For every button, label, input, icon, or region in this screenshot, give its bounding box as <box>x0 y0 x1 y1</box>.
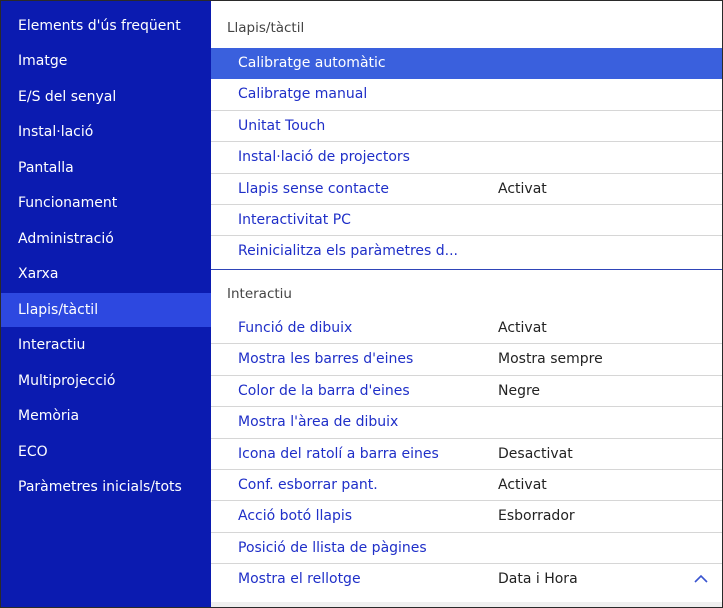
menu-row-label: Llapis sense contacte <box>238 180 389 197</box>
sidebar-item-network[interactable]: Xarxa <box>1 257 211 291</box>
menu-row-label: Color de la barra d'eines <box>238 382 410 399</box>
sidebar-item-operation[interactable]: Funcionament <box>1 186 211 220</box>
menu-row-label: Icona del ratolí a barra eines <box>238 445 439 462</box>
sidebar-item-multi-projection[interactable]: Multiprojecció <box>1 364 211 398</box>
sidebar-item-signal-io[interactable]: E/S del senyal <box>1 80 211 114</box>
menu-row-pen-button-action[interactable]: Acció botó llapis Esborrador <box>211 501 722 533</box>
menu-row-pc-interactivity[interactable]: Interactivitat PC <box>211 205 722 237</box>
menu-row-clear-screen[interactable]: Conf. esborrar pant. Activat <box>211 470 722 502</box>
section-header-pen-touch: Llapis/tàctil <box>227 20 305 36</box>
menu-row-label: Reinicialitza els paràmetres d... <box>238 243 459 260</box>
chevron-up-icon[interactable] <box>693 573 709 585</box>
menu-row-contactless-pen[interactable]: Llapis sense contacte Activat <box>211 174 722 205</box>
menu-row-value: Activat <box>498 320 547 336</box>
menu-row-reset-settings[interactable]: Reinicialitza els paràmetres d... <box>211 236 722 267</box>
sidebar-item-installation[interactable]: Instal·lació <box>1 115 211 149</box>
sidebar-item-pen-touch[interactable]: Llapis/tàctil <box>1 293 211 327</box>
menu-row-auto-calibration[interactable]: Calibratge automàtic <box>211 48 722 80</box>
section-divider <box>211 269 722 270</box>
projector-menu-window: Elements d'ús freqüent Imatge E/S del se… <box>0 0 723 608</box>
menu-row-value: Data i Hora <box>498 571 578 588</box>
menu-row-label: Posició de llista de pàgines <box>238 539 427 556</box>
menu-row-label: Conf. esborrar pant. <box>238 477 378 493</box>
menu-row-label: Unitat Touch <box>238 117 326 134</box>
section-header-interactive: Interactiu <box>227 286 292 302</box>
menu-row-projector-install[interactable]: Instal·lació de projectors <box>211 142 722 174</box>
menu-row-page-list-position[interactable]: Posició de llista de pàgines <box>211 533 722 565</box>
menu-row-value: Desactivat <box>498 445 573 462</box>
menu-row-value: Mostra sempre <box>498 351 603 368</box>
menu-row-label: Calibratge automàtic <box>238 55 386 71</box>
sidebar-item-interactive[interactable]: Interactiu <box>1 328 211 362</box>
menu-row-label: Mostra el rellotge <box>238 571 361 588</box>
menu-row-label: Instal·lació de projectors <box>238 149 410 166</box>
menu-row-label: Calibratge manual <box>238 86 368 103</box>
menu-row-value: Negre <box>498 382 541 399</box>
menu-row-show-clock[interactable]: Mostra el rellotge Data i Hora <box>211 564 722 595</box>
menu-row-value: Activat <box>498 180 547 197</box>
menu-row-value: Activat <box>498 477 547 493</box>
menu-row-label: Funció de dibuix <box>238 320 353 336</box>
menu-row-mouse-icon[interactable]: Icona del ratolí a barra eines Desactiva… <box>211 439 722 470</box>
menu-row-manual-calibration[interactable]: Calibratge manual <box>211 79 722 111</box>
bottom-edge <box>211 602 722 607</box>
menu-row-label: Mostra les barres d'eines <box>238 351 414 368</box>
sidebar-item-display[interactable]: Pantalla <box>1 151 211 185</box>
menu-row-label: Interactivitat PC <box>238 212 351 228</box>
sidebar-item-memory[interactable]: Memòria <box>1 399 211 433</box>
menu-row-touch-unit[interactable]: Unitat Touch <box>211 111 722 143</box>
sidebar-item-frequent[interactable]: Elements d'ús freqüent <box>1 9 211 43</box>
menu-row-toolbar-color[interactable]: Color de la barra d'eines Negre <box>211 376 722 408</box>
menu-row-show-toolbars[interactable]: Mostra les barres d'eines Mostra sempre <box>211 344 722 376</box>
sidebar-menu: Elements d'ús freqüent Imatge E/S del se… <box>1 1 211 607</box>
menu-row-label: Mostra l'àrea de dibuix <box>238 414 399 431</box>
menu-row-label: Acció botó llapis <box>238 508 353 525</box>
sidebar-item-management[interactable]: Administració <box>1 222 211 256</box>
sidebar-item-image[interactable]: Imatge <box>1 44 211 78</box>
menu-row-value: Esborrador <box>498 508 575 525</box>
menu-row-show-drawing-area[interactable]: Mostra l'àrea de dibuix <box>211 407 722 439</box>
sidebar-item-eco[interactable]: ECO <box>1 435 211 469</box>
sidebar-item-initial-settings[interactable]: Paràmetres inicials/tots <box>1 470 211 504</box>
settings-panel: Llapis/tàctil Calibratge automàtic Calib… <box>211 1 722 607</box>
menu-row-drawing-function[interactable]: Funció de dibuix Activat <box>211 313 722 345</box>
